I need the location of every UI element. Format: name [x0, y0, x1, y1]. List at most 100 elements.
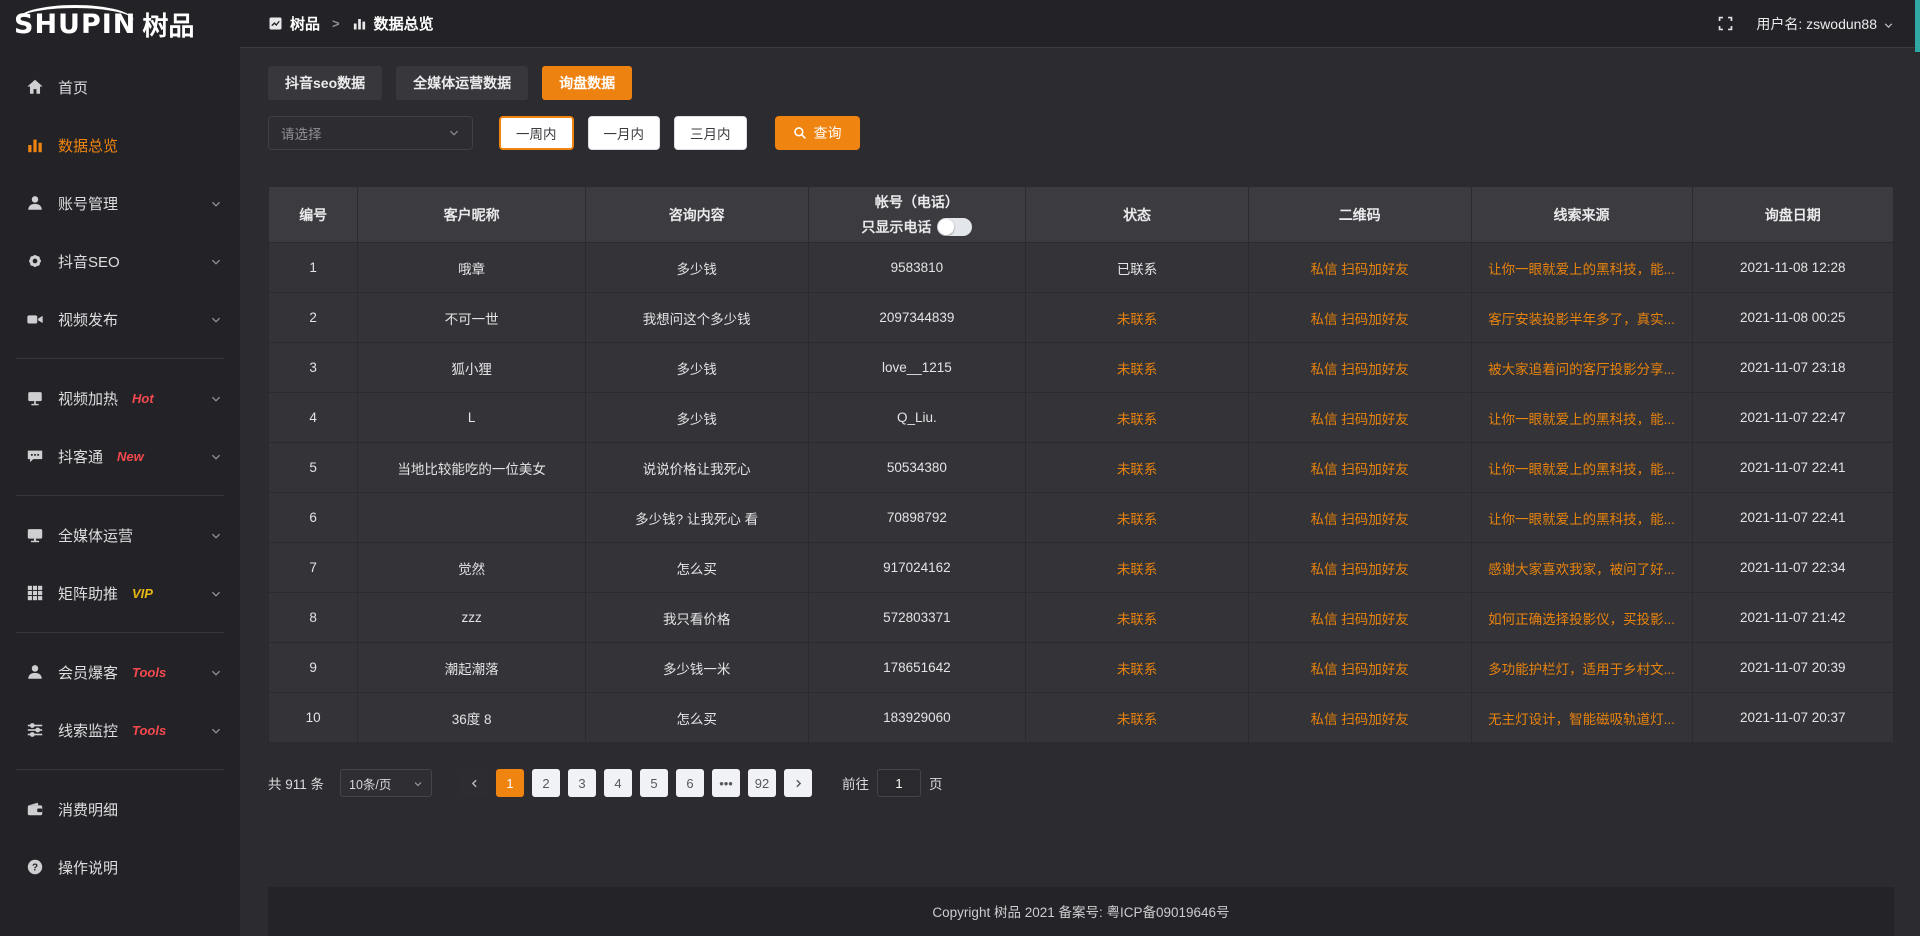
period-month-button[interactable]: 一月内 [588, 116, 661, 150]
sidebar-item-label: 首页 [58, 77, 88, 98]
page-button-2[interactable]: 2 [532, 769, 560, 797]
table-header-row: 编号 客户昵称 咨询内容 帐号（电话） 只显示电话 [269, 187, 1894, 243]
qrcode-link[interactable]: 私信 扫码加好友 [1248, 243, 1471, 293]
chevron-down-icon [210, 197, 222, 209]
vip-badge: VIP [132, 586, 153, 601]
status-badge: 未联系 [1026, 543, 1249, 593]
tab-media-operation-data[interactable]: 全媒体运营数据 [396, 66, 528, 100]
qrcode-link[interactable]: 私信 扫码加好友 [1248, 493, 1471, 543]
inquiry-table: 编号 客户昵称 咨询内容 帐号（电话） 只显示电话 [268, 186, 1894, 743]
source-link[interactable]: 让你一眼就爱上的黑科技，能... [1471, 243, 1692, 293]
user-menu[interactable]: 用户名: zswodun88 [1756, 14, 1894, 34]
more-pages-button[interactable]: ••• [712, 769, 740, 797]
cell-no: 7 [269, 543, 358, 593]
source-link[interactable]: 感谢大家喜欢我家，被问了好... [1471, 543, 1692, 593]
source-link[interactable]: 如何正确选择投影仪，买投影... [1471, 593, 1692, 643]
breadcrumb-label: 数据总览 [374, 13, 434, 34]
sidebar-item-lead-monitor[interactable]: 线索监控 Tools [0, 701, 240, 759]
source-link[interactable]: 客厅安装投影半年多了，真实... [1471, 293, 1692, 343]
tab-douyin-seo-data[interactable]: 抖音seo数据 [268, 66, 382, 100]
col-source: 线索来源 [1471, 187, 1692, 243]
status-badge: 未联系 [1026, 443, 1249, 493]
cell-account: 2097344839 [808, 293, 1026, 343]
status-badge: 未联系 [1026, 343, 1249, 393]
source-link[interactable]: 无主灯设计，智能磁吸轨道灯... [1471, 693, 1692, 743]
sidebar-divider [16, 495, 224, 496]
breadcrumb-label: 树品 [290, 13, 320, 34]
copyright-text: Copyright 树品 2021 备案号: 粤ICP备09019646号 [932, 905, 1229, 920]
source-link[interactable]: 让你一眼就爱上的黑科技，能... [1471, 393, 1692, 443]
page-button-6[interactable]: 6 [676, 769, 704, 797]
page-button-5[interactable]: 5 [640, 769, 668, 797]
account-select[interactable]: 请选择 [268, 116, 473, 150]
source-link[interactable]: 让你一眼就爱上的黑科技，能... [1471, 493, 1692, 543]
cell-account: 917024162 [808, 543, 1026, 593]
sidebar-item-data-overview[interactable]: 数据总览 [0, 116, 240, 174]
qrcode-link[interactable]: 私信 扫码加好友 [1248, 443, 1471, 493]
qrcode-link[interactable]: 私信 扫码加好友 [1248, 343, 1471, 393]
total-count: 共 911 条 [268, 773, 324, 793]
scrollbar-thumb[interactable] [1915, 0, 1920, 52]
breadcrumb-page[interactable]: 数据总览 [352, 13, 434, 34]
sidebar-item-help[interactable]: ? 操作说明 [0, 838, 240, 896]
cell-nickname: 当地比较能吃的一位美女 [358, 443, 586, 493]
qrcode-link[interactable]: 私信 扫码加好友 [1248, 393, 1471, 443]
qrcode-link[interactable]: 私信 扫码加好友 [1248, 693, 1471, 743]
next-page-button[interactable] [784, 769, 812, 797]
sidebar-item-douketong[interactable]: 抖客通 New [0, 427, 240, 485]
sidebar-item-video-heat[interactable]: 视频加热 Hot [0, 369, 240, 427]
qrcode-link[interactable]: 私信 扫码加好友 [1248, 593, 1471, 643]
table-row: 6 多少钱? 让我死心 看 70898792 未联系 私信 扫码加好友 让你一眼… [269, 493, 1894, 543]
page-buttons: 1 2 3 4 5 6 ••• 92 [460, 769, 812, 797]
sidebar-item-home[interactable]: 首页 [0, 58, 240, 116]
chevron-down-icon [210, 529, 222, 541]
breadcrumb-app[interactable]: 树品 [268, 13, 320, 34]
table-row: 1 哦章 多少钱 9583810 已联系 私信 扫码加好友 让你一眼就爱上的黑科… [269, 243, 1894, 293]
sidebar-item-matrix-boost[interactable]: 矩阵助推 VIP [0, 564, 240, 622]
cell-content: 多少钱 [585, 343, 808, 393]
sidebar-menu: 首页 数据总览 账号管理 抖音 [0, 48, 240, 896]
qrcode-link[interactable]: 私信 扫码加好友 [1248, 543, 1471, 593]
status-badge: 已联系 [1026, 243, 1249, 293]
page-button-1[interactable]: 1 [496, 769, 524, 797]
cell-no: 3 [269, 343, 358, 393]
sidebar-item-label: 视频加热 [58, 388, 118, 409]
page-button-4[interactable]: 4 [604, 769, 632, 797]
query-button[interactable]: 查询 [775, 116, 860, 150]
table-row: 2 不可一世 我想问这个多少钱 2097344839 未联系 私信 扫码加好友 … [269, 293, 1894, 343]
logo: SHUPIN 树品 [0, 0, 240, 48]
sidebar-divider [16, 769, 224, 770]
sidebar-item-spend-detail[interactable]: 消费明细 [0, 780, 240, 838]
period-week-button[interactable]: 一周内 [499, 116, 574, 150]
chevron-down-icon [413, 778, 423, 788]
fullscreen-icon[interactable] [1717, 15, 1734, 32]
cell-nickname: 哦章 [358, 243, 586, 293]
source-link[interactable]: 让你一眼就爱上的黑科技，能... [1471, 443, 1692, 493]
tab-inquiry-data[interactable]: 询盘数据 [542, 66, 632, 100]
sidebar-item-douyin-seo[interactable]: 抖音SEO [0, 232, 240, 290]
phone-only-toggle[interactable] [937, 218, 972, 236]
cell-account: 572803371 [808, 593, 1026, 643]
user-icon [26, 663, 44, 681]
footer: Copyright 树品 2021 备案号: 粤ICP备09019646号 [268, 887, 1894, 936]
svg-text:?: ? [32, 863, 38, 874]
sidebar-item-media-operation[interactable]: 全媒体运营 [0, 506, 240, 564]
cell-nickname: 不可一世 [358, 293, 586, 343]
sidebar-item-account-mgmt[interactable]: 账号管理 [0, 174, 240, 232]
tools-badge: Tools [132, 723, 166, 738]
sidebar-item-member-leads[interactable]: 会员爆客 Tools [0, 643, 240, 701]
source-link[interactable]: 被大家追着问的客厅投影分享... [1471, 343, 1692, 393]
goto-page-input[interactable] [877, 769, 921, 797]
page-size-select[interactable]: 10条/页 [340, 769, 432, 797]
page-button-3[interactable]: 3 [568, 769, 596, 797]
page-button-92[interactable]: 92 [748, 769, 776, 797]
cell-account: 50534380 [808, 443, 1026, 493]
source-link[interactable]: 多功能护栏灯，适用于乡村文... [1471, 643, 1692, 693]
sidebar-item-video-publish[interactable]: 视频发布 [0, 290, 240, 348]
cell-nickname: zzz [358, 593, 586, 643]
qrcode-link[interactable]: 私信 扫码加好友 [1248, 293, 1471, 343]
period-quarter-button[interactable]: 三月内 [674, 116, 747, 150]
qrcode-link[interactable]: 私信 扫码加好友 [1248, 643, 1471, 693]
topbar-right: 用户名: zswodun88 [1717, 14, 1894, 34]
prev-page-button[interactable] [460, 769, 488, 797]
